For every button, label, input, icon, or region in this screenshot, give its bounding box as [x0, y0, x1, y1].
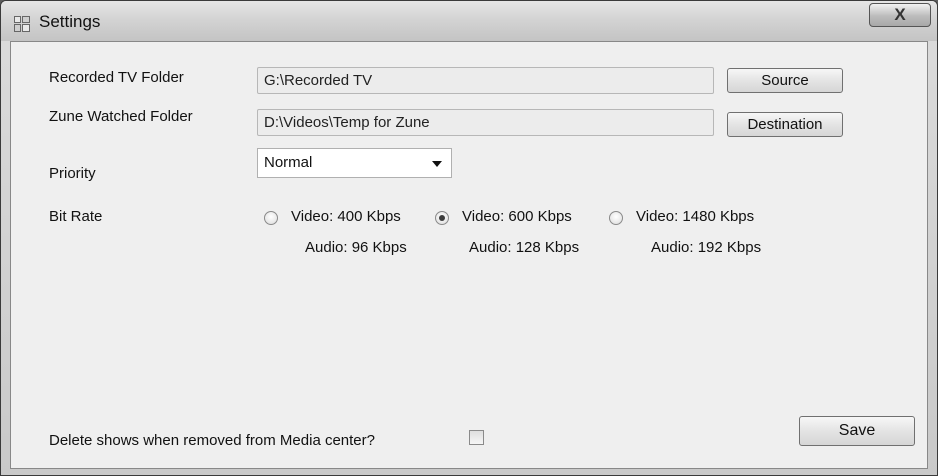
bit-rate-label: Bit Rate: [49, 208, 103, 225]
settings-window: Settings X Recorded TV Folder G:\Recorde…: [0, 0, 938, 476]
zune-watched-folder-field[interactable]: D:\Videos\Temp for Zune: [257, 109, 714, 136]
zune-watched-folder-label: Zune Watched Folder: [49, 108, 193, 125]
save-button[interactable]: Save: [799, 416, 915, 446]
bitrate-600-radio[interactable]: [435, 211, 449, 225]
recorded-tv-folder-label: Recorded TV Folder: [49, 69, 184, 86]
delete-shows-checkbox[interactable]: [469, 430, 484, 445]
bitrate-600-video-label: Video: 600 Kbps: [462, 208, 572, 225]
title-bar: Settings X: [1, 1, 937, 41]
window-title: Settings: [39, 12, 101, 31]
chevron-down-icon: [432, 161, 442, 167]
delete-shows-label: Delete shows when removed from Media cen…: [49, 432, 375, 449]
bitrate-600-audio-label: Audio: 128 Kbps: [469, 239, 580, 256]
app-icon: [14, 16, 30, 32]
destination-button[interactable]: Destination: [727, 112, 843, 137]
priority-selected-value: Normal: [264, 154, 313, 171]
priority-dropdown[interactable]: Normal: [257, 148, 452, 178]
close-icon: X: [894, 5, 906, 24]
bitrate-400-video-label: Video: 400 Kbps: [291, 208, 401, 225]
priority-label: Priority: [49, 165, 96, 182]
recorded-tv-folder-field[interactable]: G:\Recorded TV: [257, 67, 714, 94]
close-button[interactable]: X: [869, 3, 931, 27]
bitrate-400-radio[interactable]: [264, 211, 278, 225]
source-button[interactable]: Source: [727, 68, 843, 93]
bitrate-1480-radio[interactable]: [609, 211, 623, 225]
bitrate-1480-video-label: Video: 1480 Kbps: [636, 208, 755, 225]
bitrate-400-audio-label: Audio: 96 Kbps: [305, 239, 407, 256]
bitrate-1480-audio-label: Audio: 192 Kbps: [651, 239, 762, 256]
settings-panel: Recorded TV Folder G:\Recorded TV Source…: [10, 41, 928, 469]
